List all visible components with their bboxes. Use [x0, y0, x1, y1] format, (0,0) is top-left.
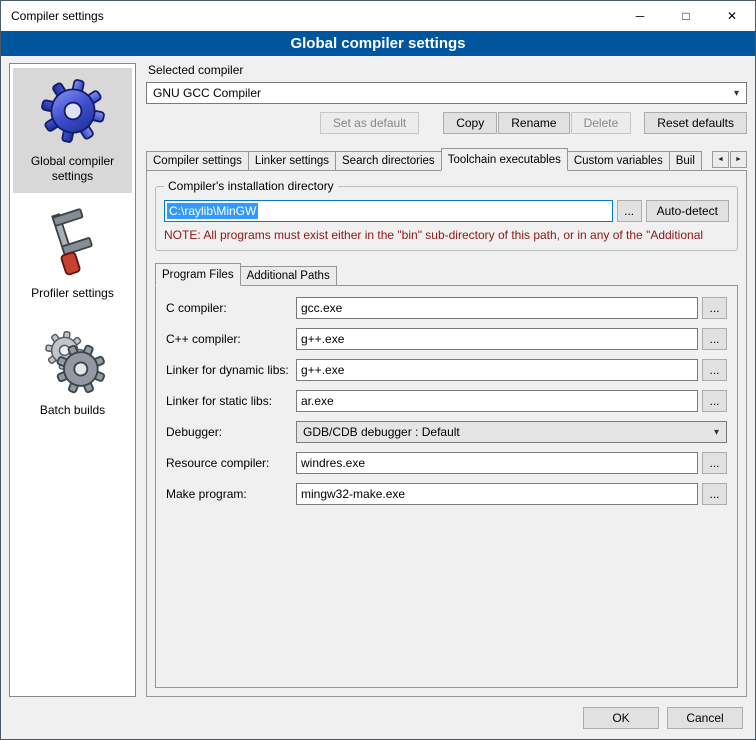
reset-defaults-button[interactable]: Reset defaults: [644, 112, 747, 134]
field-value: windres.exe: [301, 456, 365, 470]
field-value: mingw32-make.exe: [301, 487, 405, 501]
field-label: Make program:: [166, 487, 296, 501]
auto-detect-button[interactable]: Auto-detect: [646, 200, 729, 222]
ok-button[interactable]: OK: [583, 707, 659, 729]
tab-custom-variables[interactable]: Custom variables: [567, 151, 670, 171]
browse-static-linker-button[interactable]: ...: [702, 390, 727, 412]
c-compiler-input[interactable]: gcc.exe: [296, 297, 698, 319]
field-value: g++.exe: [301, 363, 344, 377]
program-files-tabstrip: Program Files Additional Paths: [155, 263, 738, 286]
tab-scroll-right-button[interactable]: ►: [730, 151, 747, 168]
field-value: gcc.exe: [301, 301, 342, 315]
selected-compiler-value: GNU GCC Compiler: [153, 86, 728, 100]
copy-button[interactable]: Copy: [443, 112, 497, 134]
tab-additional-paths[interactable]: Additional Paths: [240, 266, 337, 286]
browse-c-compiler-button[interactable]: ...: [702, 297, 727, 319]
installation-directory-value: C:\raylib\MinGW: [167, 203, 258, 219]
window-controls: ─ □ ✕: [617, 1, 755, 31]
tab-build-clipped[interactable]: Buil: [669, 151, 702, 171]
dynamic-linker-input[interactable]: g++.exe: [296, 359, 698, 381]
browse-cpp-compiler-button[interactable]: ...: [702, 328, 727, 350]
field-row-resource-compiler: Resource compiler: windres.exe ...: [166, 452, 727, 474]
field-row-debugger: Debugger: GDB/CDB debugger : Default ▾: [166, 421, 727, 443]
cpp-compiler-input[interactable]: g++.exe: [296, 328, 698, 350]
minimize-icon: ─: [636, 9, 645, 23]
program-files-panel: C compiler: gcc.exe ... C++ compiler: g+…: [155, 285, 738, 688]
installation-directory-group-title: Compiler's installation directory: [164, 179, 338, 193]
tab-scroll-left-button[interactable]: ◄: [712, 151, 729, 168]
dialog-header: Global compiler settings: [1, 31, 755, 56]
bin-subdirectory-note: NOTE: All programs must exist either in …: [164, 228, 729, 242]
main-content: Selected compiler GNU GCC Compiler ▾ Set…: [146, 63, 747, 697]
browse-directory-button[interactable]: ...: [617, 200, 642, 222]
selected-compiler-label: Selected compiler: [148, 63, 747, 77]
maximize-icon: □: [682, 9, 689, 23]
tab-linker-settings[interactable]: Linker settings: [248, 151, 336, 171]
field-value: ar.exe: [301, 394, 334, 408]
gray-gears-icon: [37, 324, 109, 396]
blue-gear-icon: [37, 75, 109, 147]
sidebar-item-profiler-settings[interactable]: Profiler settings: [13, 200, 132, 310]
debugger-select[interactable]: GDB/CDB debugger : Default ▾: [296, 421, 727, 443]
arrow-right-icon: ►: [735, 156, 742, 163]
settings-tabstrip: Compiler settings Linker settings Search…: [146, 148, 747, 171]
tab-compiler-settings[interactable]: Compiler settings: [146, 151, 249, 171]
static-linker-input[interactable]: ar.exe: [296, 390, 698, 412]
field-value: g++.exe: [301, 332, 344, 346]
toolchain-executables-panel: Compiler's installation directory C:\ray…: [146, 170, 747, 697]
make-program-input[interactable]: mingw32-make.exe: [296, 483, 698, 505]
installation-directory-row: C:\raylib\MinGW ... Auto-detect: [164, 200, 729, 222]
settings-category-sidebar: Global compiler settings Profiler settin…: [9, 63, 136, 697]
window-title: Compiler settings: [1, 9, 104, 23]
rename-button[interactable]: Rename: [498, 112, 569, 134]
cancel-button[interactable]: Cancel: [667, 707, 743, 729]
installation-directory-input[interactable]: C:\raylib\MinGW: [164, 200, 613, 222]
field-row-cpp-compiler: C++ compiler: g++.exe ...: [166, 328, 727, 350]
program-files-tabs: Program Files Additional Paths: [155, 263, 738, 286]
arrow-left-icon: ◄: [717, 156, 724, 163]
sidebar-item-label: Profiler settings: [31, 286, 114, 301]
settings-tabs: Compiler settings Linker settings Search…: [146, 148, 747, 171]
sidebar-item-global-compiler-settings[interactable]: Global compiler settings: [13, 68, 132, 193]
browse-resource-compiler-button[interactable]: ...: [702, 452, 727, 474]
maximize-button[interactable]: □: [663, 1, 709, 31]
tab-program-files[interactable]: Program Files: [155, 263, 241, 286]
dialog-body: Global compiler settings Profiler settin…: [1, 56, 755, 697]
field-label: Linker for static libs:: [166, 394, 296, 408]
field-value: GDB/CDB debugger : Default: [303, 425, 460, 439]
close-button[interactable]: ✕: [709, 1, 755, 31]
clamp-icon: [37, 207, 109, 279]
compiler-buttons-row: Set as default Copy Rename Delete Reset …: [146, 112, 747, 134]
sidebar-item-batch-builds[interactable]: Batch builds: [13, 317, 132, 427]
sidebar-item-label: Global compiler settings: [15, 154, 130, 184]
installation-directory-groupbox: Compiler's installation directory C:\ray…: [155, 186, 738, 251]
compiler-settings-window: Compiler settings ─ □ ✕ Global compiler …: [0, 0, 756, 740]
field-label: Linker for dynamic libs:: [166, 363, 296, 377]
field-row-c-compiler: C compiler: gcc.exe ...: [166, 297, 727, 319]
set-as-default-button[interactable]: Set as default: [320, 112, 419, 134]
chevron-down-icon: ▾: [714, 427, 719, 438]
field-label: Resource compiler:: [166, 456, 296, 470]
selected-compiler-select[interactable]: GNU GCC Compiler ▾: [146, 82, 747, 104]
field-label: C++ compiler:: [166, 332, 296, 346]
sidebar-item-label: Batch builds: [40, 403, 105, 418]
field-label: Debugger:: [166, 425, 296, 439]
tab-toolchain-executables[interactable]: Toolchain executables: [441, 148, 568, 171]
chevron-down-icon: ▾: [734, 88, 739, 99]
dialog-footer: OK Cancel: [1, 697, 755, 739]
resource-compiler-input[interactable]: windres.exe: [296, 452, 698, 474]
tab-search-directories[interactable]: Search directories: [335, 151, 442, 171]
browse-make-program-button[interactable]: ...: [702, 483, 727, 505]
minimize-button[interactable]: ─: [617, 1, 663, 31]
delete-button[interactable]: Delete: [571, 112, 632, 134]
tab-scroll-arrows: ◄ ►: [710, 151, 747, 168]
close-icon: ✕: [727, 9, 737, 23]
browse-dynamic-linker-button[interactable]: ...: [702, 359, 727, 381]
field-row-make-program: Make program: mingw32-make.exe ...: [166, 483, 727, 505]
field-label: C compiler:: [166, 301, 296, 315]
field-row-static-linker: Linker for static libs: ar.exe ...: [166, 390, 727, 412]
titlebar[interactable]: Compiler settings ─ □ ✕: [1, 1, 755, 31]
field-row-dynamic-linker: Linker for dynamic libs: g++.exe ...: [166, 359, 727, 381]
